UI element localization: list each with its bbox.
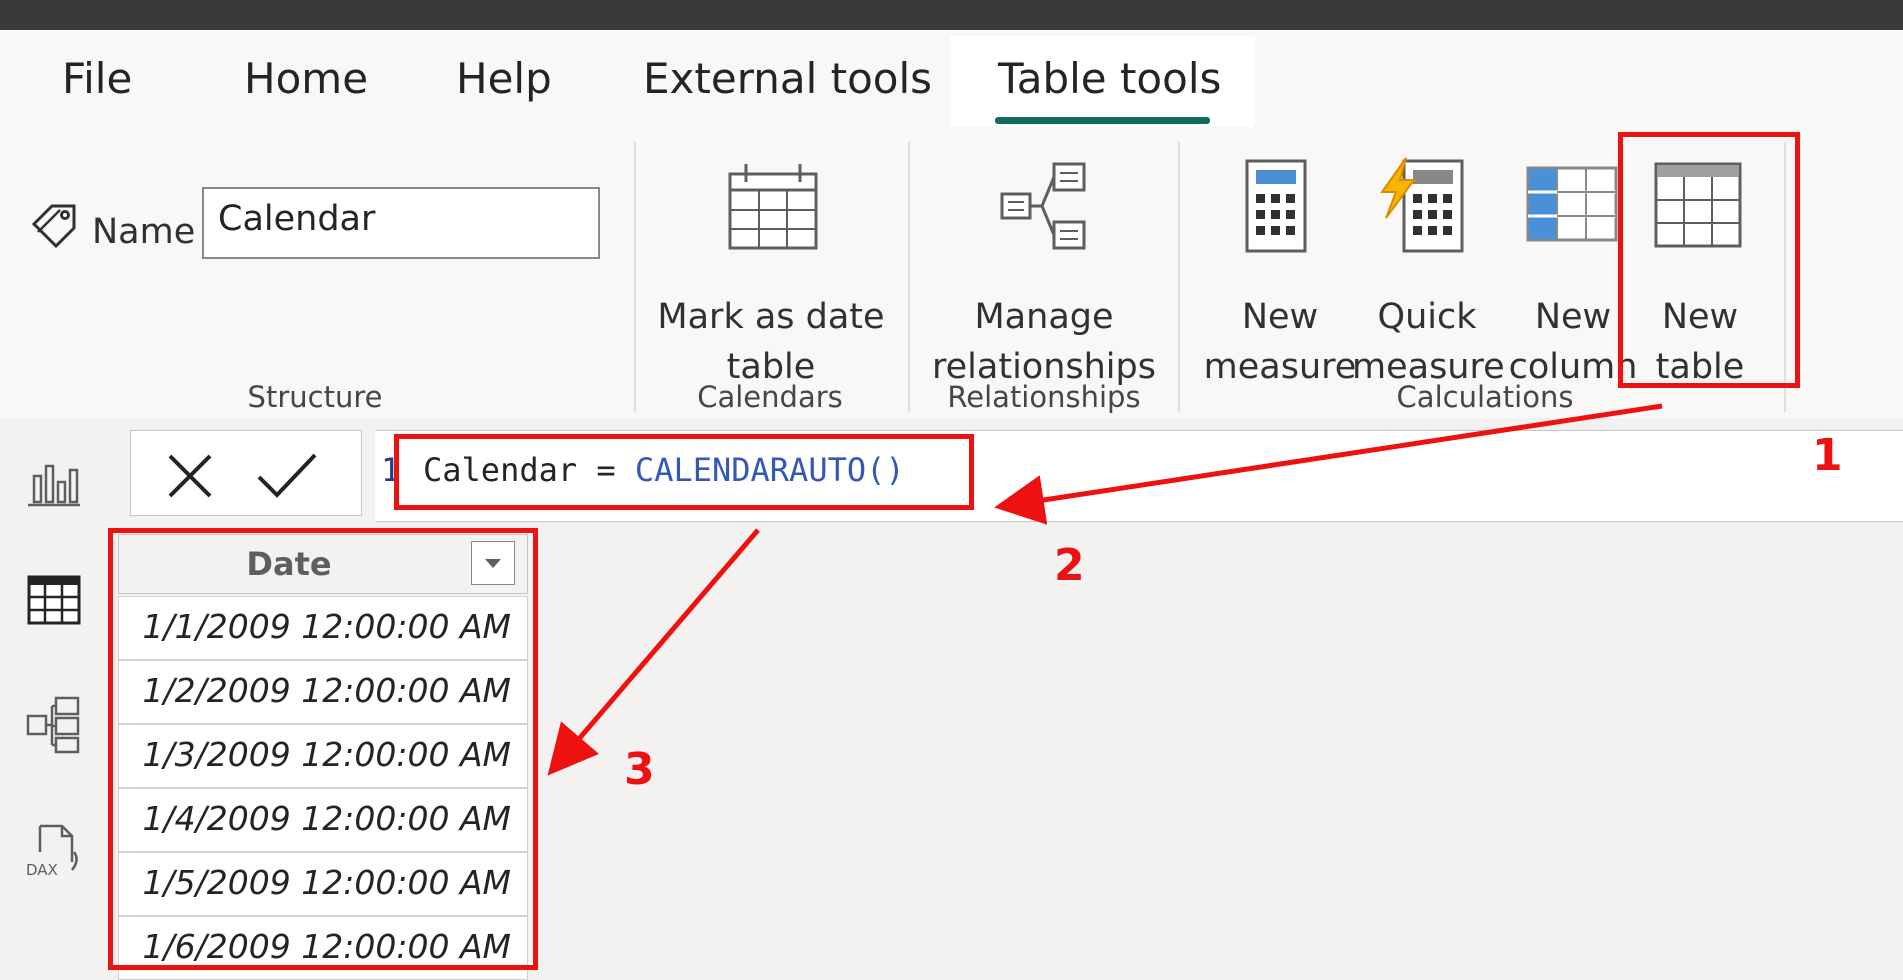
step-3-label: 3	[624, 744, 655, 795]
step-2-label: 2	[1054, 540, 1085, 591]
step-1-label: 1	[1812, 430, 1843, 481]
arrow-step1-to-formula	[994, 403, 1663, 525]
annotation-arrows	[547, 403, 1663, 776]
arrow-step2-to-table	[547, 528, 760, 776]
